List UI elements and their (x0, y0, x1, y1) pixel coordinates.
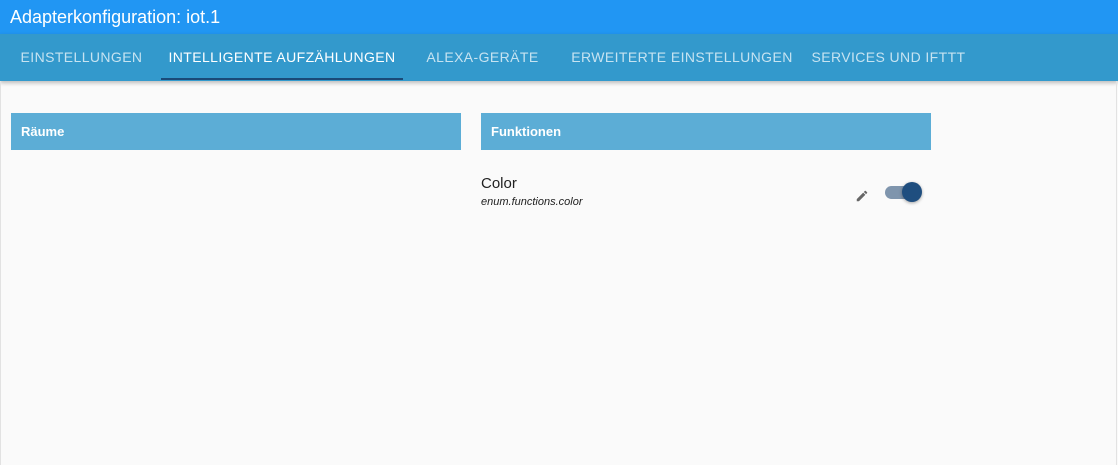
tab-einstellungen[interactable]: EINSTELLUNGEN (11, 34, 152, 81)
rooms-panel-header: Räume (11, 113, 461, 150)
tab-alexa-geraete[interactable]: ALEXA-GERÄTE (412, 34, 553, 81)
tab-erweiterte-einstellungen[interactable]: ERWEITERTE EINSTELLUNGEN (566, 34, 798, 81)
page-border-right (1116, 81, 1117, 465)
tab-bar: EINSTELLUNGEN INTELLIGENTE AUFZÄHLUNGEN … (0, 34, 1118, 81)
function-enable-toggle[interactable] (883, 181, 923, 203)
tab-intelligente-aufzaehlungen[interactable]: INTELLIGENTE AUFZÄHLUNGEN (161, 34, 403, 81)
function-item-title: Color (481, 175, 517, 192)
toggle-thumb (902, 182, 922, 202)
function-item-id: enum.functions.color (481, 196, 583, 208)
functions-panel-header: Funktionen (481, 113, 931, 150)
page-border-left (0, 81, 1, 465)
pencil-icon-graphic (856, 190, 868, 202)
active-tab-indicator (161, 78, 403, 80)
window-title: Adapterkonfiguration: iot.1 (0, 0, 1118, 34)
pencil-icon[interactable] (855, 189, 869, 203)
tab-services-und-ifttt[interactable]: SERVICES UND IFTTT (805, 34, 972, 81)
